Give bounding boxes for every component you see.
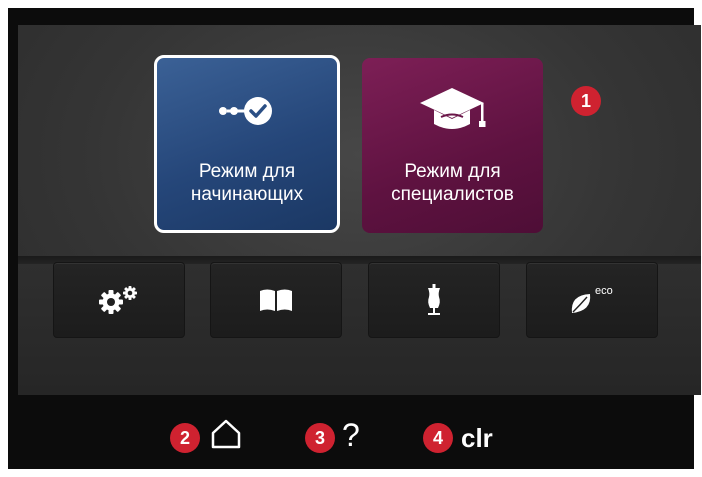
callout-4: 4 — [423, 423, 453, 453]
eco-badge-label: eco — [595, 285, 613, 297]
home-button[interactable] — [210, 418, 242, 455]
mode-selection-area: Режим для начинающих Режим для специалис… — [18, 25, 701, 253]
dress-form-icon — [428, 284, 440, 315]
eco-mode-button[interactable]: eco — [526, 262, 658, 338]
settings-gears-icon — [99, 286, 137, 314]
graduation-cap-icon — [420, 88, 486, 129]
callout-2: 2 — [170, 423, 200, 453]
callout-1: 1 — [571, 86, 601, 116]
beginner-mode-label: Режим для начинающих — [190, 161, 304, 205]
eco-leaf-icon: eco — [571, 285, 613, 313]
expert-mode-label: Режим для специалистов — [391, 161, 514, 205]
settings-button[interactable] — [53, 262, 185, 338]
manual-button[interactable] — [210, 262, 342, 338]
dress-form-button[interactable] — [368, 262, 500, 338]
help-button[interactable]: ? — [342, 418, 360, 452]
progress-check-icon — [219, 97, 272, 125]
clear-button[interactable]: clr — [461, 423, 493, 453]
expert-mode-button[interactable]: Режим для специалистов — [362, 58, 543, 233]
book-icon — [260, 289, 292, 311]
touch-screen: Режим для начинающих Режим для специалис… — [18, 25, 701, 395]
callout-3: 3 — [305, 423, 335, 453]
home-icon — [211, 419, 241, 449]
beginner-mode-button[interactable]: Режим для начинающих — [154, 55, 340, 233]
